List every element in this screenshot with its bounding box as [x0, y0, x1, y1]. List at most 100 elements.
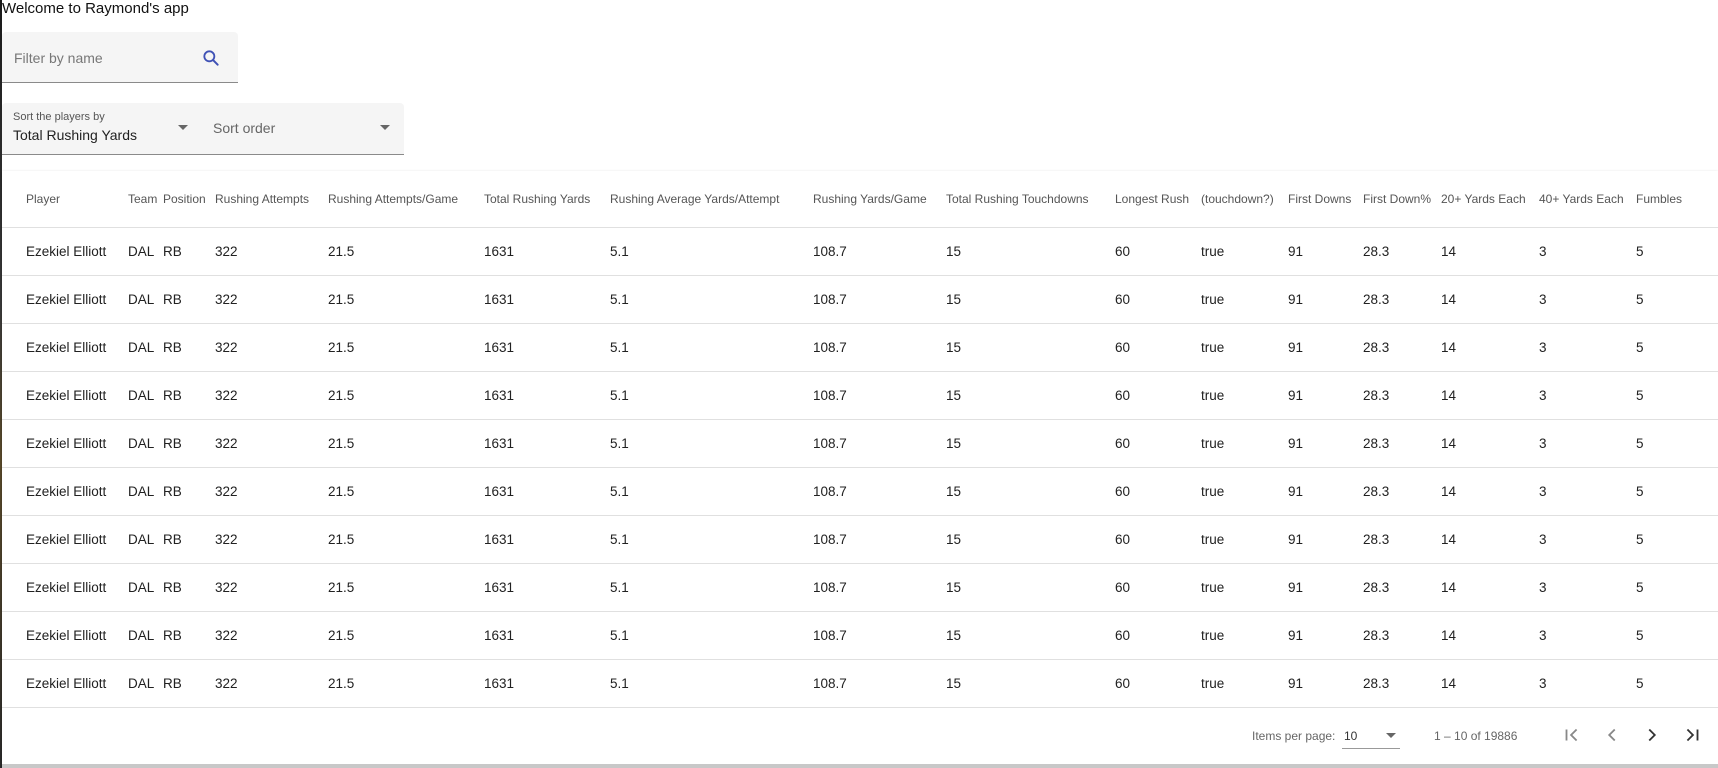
horizontal-scrollbar[interactable] [2, 764, 1718, 768]
table-cell: 322 [215, 563, 328, 612]
table-cell: 108.7 [813, 419, 946, 468]
table-cell: 5 [1636, 515, 1718, 564]
search-input[interactable] [12, 46, 196, 70]
table-cell: 5 [1636, 227, 1718, 276]
column-header[interactable]: Rushing Attempts [215, 171, 328, 228]
table-cell: 3 [1539, 371, 1636, 420]
table-cell: Ezekiel Elliott [2, 563, 128, 612]
table-row[interactable]: Ezekiel Elliott DAL RB 322 21.5 1631 5.1 108.7 1… [2, 371, 1718, 420]
table-row[interactable]: Ezekiel Elliott DAL RB 322 21.5 1631 5.1 108.7 1… [2, 227, 1718, 276]
chevron-down-icon [380, 125, 390, 130]
column-header[interactable]: Team [128, 171, 163, 228]
sort-order-select[interactable]: Sort order [202, 103, 404, 154]
sort-by-select[interactable]: Sort the players by Total Rushing Yards [2, 103, 202, 154]
table-cell: 5.1 [610, 323, 813, 372]
column-header[interactable]: First Downs [1288, 171, 1363, 228]
table-cell: DAL [128, 515, 163, 564]
table-cell: 108.7 [813, 227, 946, 276]
table-cell: 60 [1115, 563, 1201, 612]
table-cell: 322 [215, 467, 328, 516]
table-cell: 1631 [484, 323, 610, 372]
table-cell: Ezekiel Elliott [2, 275, 128, 324]
table-cell: 15 [946, 371, 1115, 420]
table-cell: 5 [1636, 467, 1718, 516]
table-cell: 21.5 [328, 515, 484, 564]
column-header[interactable]: First Down% [1363, 171, 1441, 228]
table-cell: 60 [1115, 323, 1201, 372]
table-cell: 322 [215, 611, 328, 660]
table-cell: 5.1 [610, 467, 813, 516]
items-per-page-select[interactable]: 10 [1342, 723, 1400, 749]
table-cell: 15 [946, 323, 1115, 372]
column-header[interactable]: Total Rushing Yards [484, 171, 610, 228]
table-cell: 108.7 [813, 275, 946, 324]
table-row[interactable]: Ezekiel Elliott DAL RB 322 21.5 1631 5.1 108.7 1… [2, 467, 1718, 516]
sort-controls: Sort the players by Total Rushing Yards … [2, 103, 404, 155]
table-cell: 60 [1115, 659, 1201, 708]
table-cell: 28.3 [1363, 659, 1441, 708]
table-cell: 3 [1539, 515, 1636, 564]
table-cell: 60 [1115, 515, 1201, 564]
table-cell: 91 [1288, 611, 1363, 660]
table-cell: RB [163, 611, 215, 660]
table-cell: 3 [1539, 611, 1636, 660]
column-header[interactable]: 40+ Yards Each [1539, 171, 1636, 228]
sort-order-placeholder: Sort order [213, 120, 276, 136]
table-cell: 108.7 [813, 515, 946, 564]
column-header[interactable]: Rushing Yards/Game [813, 171, 946, 228]
table-row[interactable]: Ezekiel Elliott DAL RB 322 21.5 1631 5.1 108.7 1… [2, 611, 1718, 660]
table-cell: 28.3 [1363, 419, 1441, 468]
table-cell: DAL [128, 611, 163, 660]
table-cell: RB [163, 419, 215, 468]
search-icon[interactable] [201, 48, 221, 68]
previous-page-icon [1607, 728, 1616, 742]
column-header[interactable]: Total Rushing Touchdowns [946, 171, 1115, 228]
table-cell: 91 [1288, 419, 1363, 468]
table-cell: DAL [128, 323, 163, 372]
table-cell: Ezekiel Elliott [2, 419, 128, 468]
previous-page-button[interactable] [1596, 719, 1628, 751]
table-cell: 21.5 [328, 467, 484, 516]
page-range-label: 1 – 10 of 19886 [1434, 729, 1518, 743]
table-row[interactable]: Ezekiel Elliott DAL RB 322 21.5 1631 5.1 108.7 1… [2, 659, 1718, 708]
search-field[interactable] [2, 32, 238, 83]
table-cell: 108.7 [813, 611, 946, 660]
table-cell: 14 [1441, 371, 1539, 420]
table-cell: 21.5 [328, 659, 484, 708]
table-row[interactable]: Ezekiel Elliott DAL RB 322 21.5 1631 5.1 108.7 1… [2, 563, 1718, 612]
table-cell: 108.7 [813, 659, 946, 708]
column-header[interactable]: Fumbles [1636, 171, 1718, 228]
column-header[interactable]: Rushing Attempts/Game [328, 171, 484, 228]
items-per-page-label: Items per page: [1252, 729, 1336, 743]
column-header[interactable]: (touchdown?) [1201, 171, 1288, 228]
last-page-button[interactable] [1676, 719, 1708, 751]
next-page-icon [1648, 728, 1657, 742]
table-cell: 5 [1636, 611, 1718, 660]
table-cell: 14 [1441, 467, 1539, 516]
table-row[interactable]: Ezekiel Elliott DAL RB 322 21.5 1631 5.1 108.7 1… [2, 515, 1718, 564]
table-cell: true [1201, 467, 1288, 516]
table-cell: 1631 [484, 515, 610, 564]
next-page-button[interactable] [1636, 719, 1668, 751]
table-cell: 21.5 [328, 227, 484, 276]
column-header[interactable]: Rushing Average Yards/Attempt [610, 171, 813, 228]
table-cell: 5.1 [610, 515, 813, 564]
column-header[interactable]: Longest Rush [1115, 171, 1201, 228]
column-header[interactable]: Position [163, 171, 215, 228]
first-page-button[interactable] [1556, 719, 1588, 751]
table-cell: 108.7 [813, 323, 946, 372]
table-cell: 108.7 [813, 371, 946, 420]
table-cell: 3 [1539, 467, 1636, 516]
table-cell: 21.5 [328, 611, 484, 660]
table-row[interactable]: Ezekiel Elliott DAL RB 322 21.5 1631 5.1 108.7 1… [2, 419, 1718, 468]
table-cell: 15 [946, 275, 1115, 324]
table-row[interactable]: Ezekiel Elliott DAL RB 322 21.5 1631 5.1 108.7 1… [2, 323, 1718, 372]
table-cell: RB [163, 515, 215, 564]
items-per-page-value: 10 [1344, 729, 1358, 743]
table-cell: RB [163, 323, 215, 372]
table-row[interactable]: Ezekiel Elliott DAL RB 322 21.5 1631 5.1 108.7 1… [2, 275, 1718, 324]
column-header[interactable]: Player [2, 171, 128, 228]
column-header[interactable]: 20+ Yards Each [1441, 171, 1539, 228]
table-cell: Ezekiel Elliott [2, 659, 128, 708]
table-cell: 91 [1288, 467, 1363, 516]
